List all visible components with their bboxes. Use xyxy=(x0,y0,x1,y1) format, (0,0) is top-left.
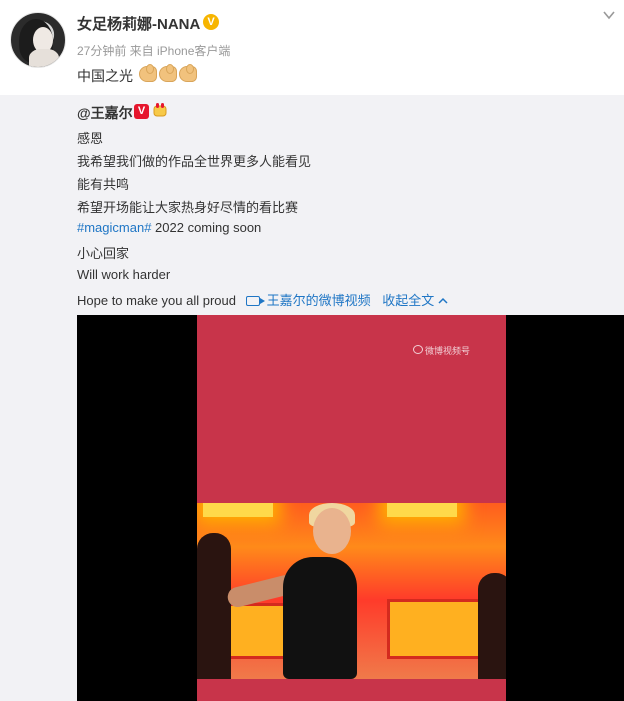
video-link-label: 王嘉尔的微博视频 xyxy=(266,293,371,308)
repost-author[interactable]: @王嘉尔 xyxy=(77,103,133,123)
vip-badge-icon: V xyxy=(134,104,149,119)
repost-line-hope: Hope to make you all proud 王嘉尔的微博视频 收起全文 xyxy=(77,290,448,309)
chevron-up-icon xyxy=(438,297,448,304)
repost-line-work: Will work harder xyxy=(77,267,171,282)
repost-line-4: 希望开场能让大家热身好尽情的看比赛 xyxy=(77,200,299,215)
raised-fist-icon xyxy=(153,103,167,117)
hashtag-suffix: 2022 coming soon xyxy=(151,220,262,235)
video-link-icon xyxy=(245,296,265,306)
repost-line-1: 感恩 xyxy=(77,131,104,146)
flexed-biceps-icon xyxy=(139,64,157,82)
hashtag-link[interactable]: #magicman# xyxy=(77,220,151,235)
video-scene xyxy=(197,503,506,679)
post-header: 女足杨莉娜-NANA V 27分钟前 来自 iPhone客户端 中国之光 xyxy=(0,0,624,95)
repost-card: @王嘉尔 V 感恩 我希望我们做的作品全世界更多人能看见 能有共鸣 希望开场能让… xyxy=(0,95,624,701)
flexed-biceps-icon xyxy=(179,64,197,82)
collapse-label: 收起全文 xyxy=(382,293,435,308)
emoji-row xyxy=(139,64,197,82)
repost-line-home: 小心回家 xyxy=(77,246,130,261)
repost-hashtag-line: #magicman# 2022 coming soon xyxy=(77,220,261,235)
repost-line-hope-text: Hope to make you all proud xyxy=(77,293,236,308)
video-link[interactable]: 王嘉尔的微博视频 xyxy=(245,293,371,308)
video-player[interactable]: 微博视频号 xyxy=(77,315,624,701)
chevron-down-icon[interactable] xyxy=(602,8,616,22)
post-text: 中国之光 xyxy=(77,68,133,84)
post-author-name[interactable]: 女足杨莉娜-NANA xyxy=(77,13,200,34)
avatar[interactable] xyxy=(10,12,66,68)
repost-line-2: 我希望我们做的作品全世界更多人能看见 xyxy=(77,154,312,169)
video-frame: 微博视频号 xyxy=(197,315,506,701)
flexed-biceps-icon xyxy=(159,64,177,82)
repost-line-3: 能有共鸣 xyxy=(77,177,130,192)
collapse-link[interactable]: 收起全文 xyxy=(382,293,448,308)
weibo-logo-icon xyxy=(413,345,423,354)
verified-icon: V xyxy=(203,14,219,30)
post-meta: 27分钟前 来自 iPhone客户端 xyxy=(77,44,231,58)
video-watermark: 微博视频号 xyxy=(425,346,471,356)
